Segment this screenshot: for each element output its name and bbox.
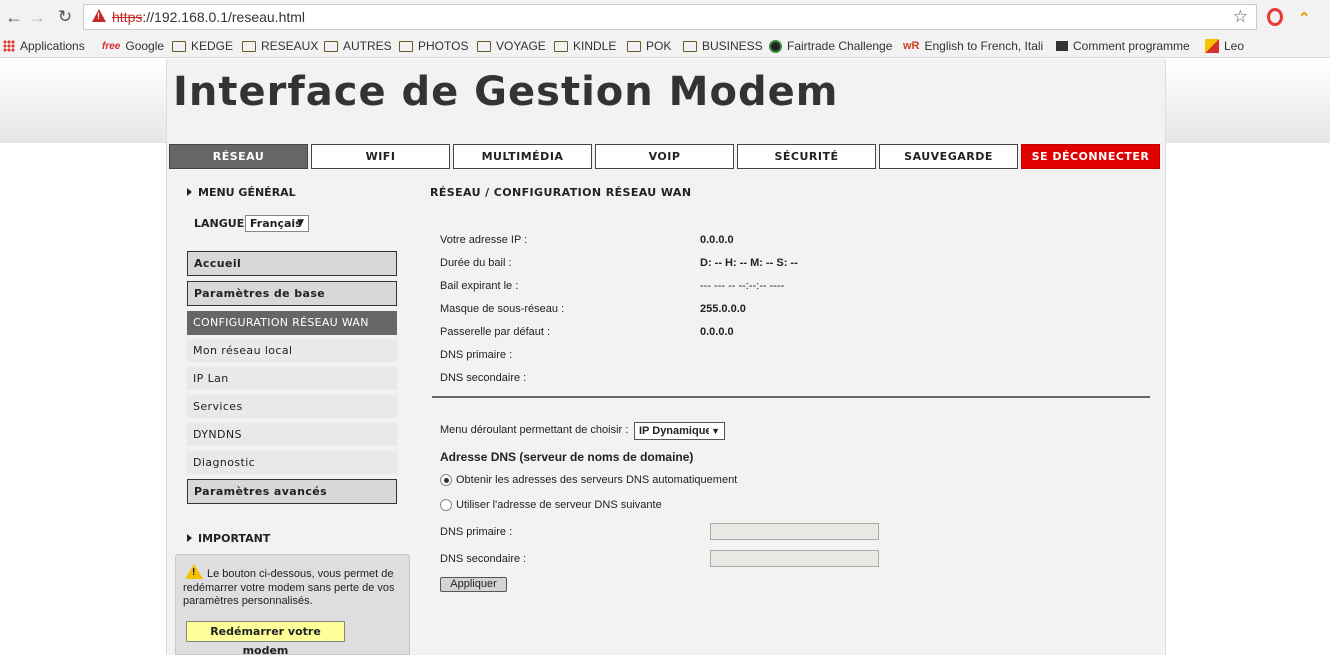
bookmark-reseaux[interactable]: RESEAUX	[242, 38, 318, 54]
important-text: Le bouton ci-dessous, vous permet de red…	[183, 568, 395, 607]
dns-secondary-input[interactable]	[710, 550, 879, 567]
bookmarks-bar: Applications free Google KEDGE RESEAUX AU…	[0, 34, 1330, 86]
opera-extension-icon[interactable]	[1267, 8, 1283, 26]
bookmark-star-icon[interactable]: ☆	[1233, 7, 1248, 27]
folder-icon	[554, 40, 568, 52]
bookmark-pok[interactable]: POK	[627, 38, 671, 54]
default-gateway-value: 0.0.0.0	[700, 326, 734, 338]
folder-icon	[324, 40, 338, 52]
back-arrow-icon[interactable]: ←	[4, 7, 24, 27]
free-logo-icon: free	[102, 40, 121, 52]
lease-expiry-value: --- --- -- --:--:-- ----	[700, 280, 785, 292]
folder-icon	[627, 40, 641, 52]
insecure-warning-icon[interactable]	[92, 9, 106, 22]
lease-duration-label: Durée du bail :	[440, 257, 512, 269]
page-container: Interface de Gestion Modem RÉSEAU WIFI M…	[166, 59, 1166, 657]
wordreference-icon: wR	[903, 40, 920, 52]
folder-icon	[172, 40, 186, 52]
apply-button[interactable]: Appliquer	[440, 577, 507, 592]
default-gateway-label: Passerelle par défaut :	[440, 326, 551, 338]
tab-wifi[interactable]: WIFI	[311, 144, 450, 169]
section-title: RÉSEAU / CONFIGURATION RÉSEAU WAN	[430, 186, 692, 199]
menu-configuration-reseau-wan[interactable]: CONFIGURATION RÉSEAU WAN	[187, 311, 397, 335]
bookmark-google[interactable]: free Google	[102, 38, 164, 54]
general-menu-heading[interactable]: MENU GÉNÉRAL	[187, 186, 296, 199]
bookmark-applications[interactable]: Applications	[3, 38, 85, 54]
bookmark-comment[interactable]: Comment programme	[1056, 38, 1190, 54]
folder-icon	[399, 40, 413, 52]
reload-icon[interactable]: ↻	[55, 7, 75, 27]
bookmark-voyage[interactable]: VOYAGE	[477, 38, 546, 54]
tab-voip[interactable]: VOIP	[595, 144, 734, 169]
lease-expiry-label: Bail expirant le :	[440, 280, 519, 292]
tab-multimedia[interactable]: MULTIMÉDIA	[453, 144, 592, 169]
bookmark-leo[interactable]: Leo	[1205, 38, 1244, 54]
tab-securite[interactable]: SÉCURITÉ	[737, 144, 876, 169]
ip-address-label: Votre adresse IP :	[440, 234, 528, 246]
menu-dyndns[interactable]: DYNDNS	[187, 423, 397, 446]
tab-reseau[interactable]: RÉSEAU	[169, 144, 308, 169]
folder-icon	[683, 40, 697, 52]
subnet-mask-value: 255.0.0.0	[700, 303, 746, 315]
secondary-dns-info-label: DNS secondaire :	[440, 372, 527, 384]
dns-auto-radio[interactable]	[440, 474, 452, 486]
mode-select-label: Menu déroulant permettant de choisir :	[440, 424, 629, 436]
menu-parametres-de-base[interactable]: Paramètres de base	[187, 281, 397, 306]
dropdown-arrow-icon: ▼	[709, 423, 720, 439]
section-divider	[432, 396, 1150, 398]
main-nav-tabs: RÉSEAU WIFI MULTIMÉDIA VOIP SÉCURITÉ SAU…	[169, 144, 1163, 170]
dns-primary-input[interactable]	[710, 523, 879, 540]
bookmark-photos[interactable]: PHOTOS	[399, 38, 468, 54]
lease-duration-value: D: -- H: -- M: -- S: --	[700, 257, 798, 269]
bookmark-wordreference[interactable]: wR English to French, Itali	[903, 38, 1043, 54]
dns-heading: Adresse DNS (serveur de noms de domaine)	[440, 450, 694, 464]
folder-icon	[242, 40, 256, 52]
menu-services[interactable]: Services	[187, 395, 397, 418]
apps-grid-icon	[3, 40, 15, 52]
forward-arrow-icon[interactable]: →	[27, 7, 47, 27]
tab-sauvegarde[interactable]: SAUVEGARDE	[879, 144, 1018, 169]
menu-ip-lan[interactable]: IP Lan	[187, 367, 397, 390]
menu-accueil[interactable]: Accueil	[187, 251, 397, 276]
rainbow-extension-icon[interactable]: ⌃	[1298, 9, 1311, 27]
url-text: https://192.168.0.1/reseau.html	[112, 9, 306, 25]
dns-manual-radio[interactable]	[440, 499, 452, 511]
menu-mon-reseau-local[interactable]: Mon réseau local	[187, 339, 397, 362]
logout-button[interactable]: SE DÉCONNECTER	[1021, 144, 1160, 169]
fairtrade-icon	[769, 39, 782, 53]
language-label: LANGUE	[194, 217, 245, 230]
page-title: Interface de Gestion Modem	[173, 69, 839, 115]
bookmark-kedge[interactable]: KEDGE	[172, 38, 233, 54]
primary-dns-info-label: DNS primaire :	[440, 349, 513, 361]
folder-icon	[477, 40, 491, 52]
bookmark-autres[interactable]: AUTRES	[324, 38, 392, 54]
bookmark-fairtrade[interactable]: Fairtrade Challenge	[769, 38, 892, 54]
important-heading[interactable]: IMPORTANT	[187, 532, 270, 545]
bookmark-business[interactable]: BUSINESS	[683, 38, 763, 54]
important-notice: Le bouton ci-dessous, vous permet de red…	[175, 554, 410, 657]
connection-mode-select[interactable]: IP Dynamique ▼	[634, 422, 725, 440]
bookmark-kindle[interactable]: KINDLE	[554, 38, 616, 54]
restart-modem-button[interactable]: Redémarrer votre modem	[186, 621, 345, 657]
ip-address-value: 0.0.0.0	[700, 234, 734, 246]
language-select[interactable]: Français ▼	[245, 215, 309, 232]
browser-toolbar: ← → ↻ https://192.168.0.1/reseau.html ☆ …	[0, 0, 1330, 34]
dns-secondary-label: DNS secondaire :	[440, 553, 527, 565]
menu-diagnostic[interactable]: Diagnostic	[187, 451, 397, 474]
leo-icon	[1205, 39, 1219, 53]
dns-primary-label: DNS primaire :	[440, 526, 513, 538]
address-bar[interactable]: https://192.168.0.1/reseau.html ☆	[83, 4, 1257, 30]
menu-parametres-avances[interactable]: Paramètres avancés	[187, 479, 397, 504]
page-icon	[1056, 41, 1068, 51]
dns-auto-label[interactable]: Obtenir les adresses des serveurs DNS au…	[456, 474, 737, 486]
dropdown-arrow-icon: ▼	[297, 218, 304, 228]
dns-manual-label[interactable]: Utiliser l'adresse de serveur DNS suivan…	[456, 499, 662, 511]
subnet-mask-label: Masque de sous-réseau :	[440, 303, 565, 315]
